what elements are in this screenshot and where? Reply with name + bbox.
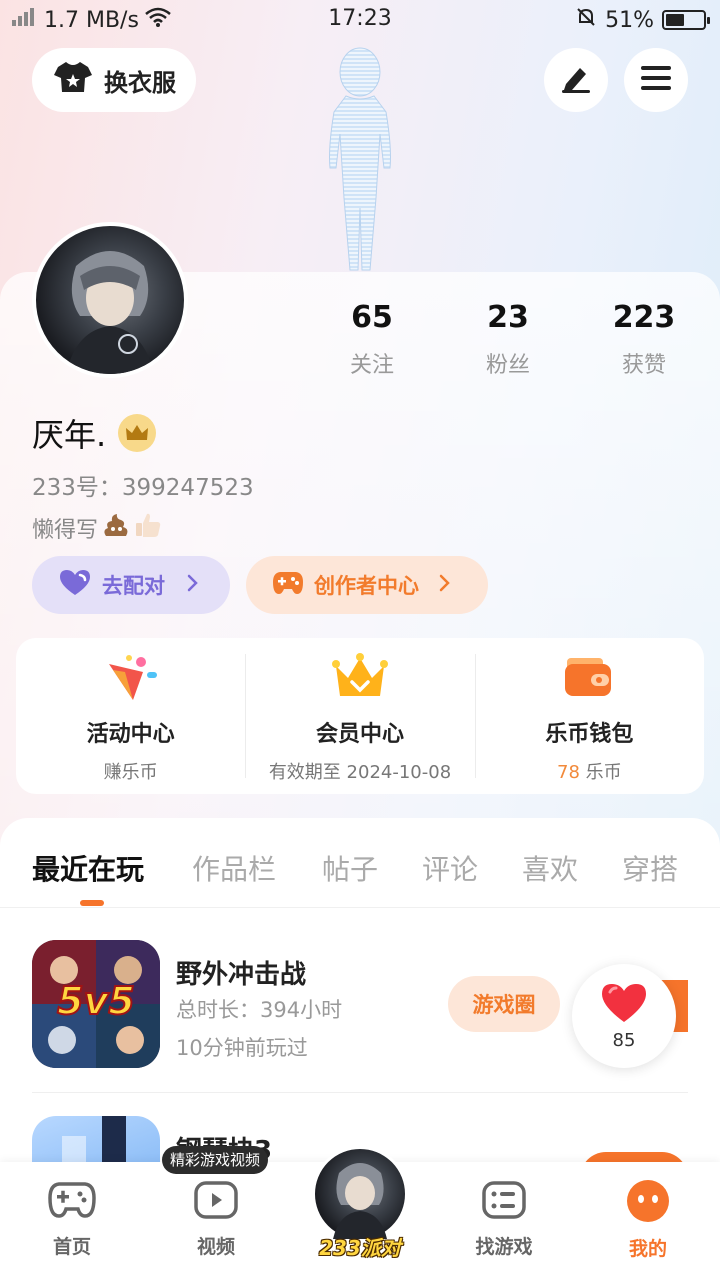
party-icon (103, 652, 159, 706)
tshirt-icon (54, 60, 92, 100)
vip-center[interactable]: 会员中心 有效期至 2024-10-08 (245, 638, 474, 794)
stat-following[interactable]: 65 关注 (312, 300, 432, 379)
party-avatar[interactable] (312, 1146, 408, 1242)
nav-me-label: 我的 (628, 1238, 667, 1260)
avatar[interactable] (32, 222, 188, 378)
nav-find-games[interactable]: 找游戏 (454, 1180, 554, 1259)
creator-center-label: 创作者中心 (314, 574, 419, 598)
chevron-right-icon (187, 573, 199, 597)
like-float-button[interactable]: 85 (572, 964, 676, 1068)
game-duration: 总时长：394小时 (176, 998, 343, 1022)
game-name: 野外冲击战 (176, 960, 307, 990)
face-icon (625, 1180, 671, 1226)
list-icon (481, 1181, 527, 1224)
likes-label: 获赞 (621, 353, 666, 378)
edit-profile-button[interactable] (544, 48, 608, 112)
gamepad-icon (272, 570, 304, 601)
user-id: 233号：399247523 (32, 475, 254, 501)
stat-likes[interactable]: 223 获赞 (584, 300, 704, 379)
video-tooltip: 精彩游戏视频 (162, 1146, 269, 1174)
active-tab-indicator (80, 900, 104, 906)
coin-balance: 78 (557, 762, 580, 783)
coin-unit: 乐币 (579, 762, 622, 783)
username: 厌年. (32, 416, 107, 454)
wallet-icon (561, 652, 617, 706)
status-bar: 1.7 MB/s 17:23 51% (0, 0, 720, 38)
nav-find-games-label: 找游戏 (475, 1236, 533, 1258)
vip-center-sub: 有效期至 2024-10-08 (268, 762, 452, 783)
change-outfit-button[interactable]: 换衣服 (32, 48, 196, 112)
nav-home-label: 首页 (52, 1236, 91, 1258)
activity-center-sub: 赚乐币 (103, 762, 158, 783)
like-count: 85 (612, 1029, 636, 1051)
coin-wallet-title: 乐币钱包 (545, 722, 634, 747)
row-divider (32, 1092, 688, 1093)
chevron-right-icon (439, 573, 451, 597)
bell-muted-icon (575, 6, 597, 34)
name-row: 厌年. (32, 410, 157, 456)
pen-icon (560, 62, 592, 98)
hamburger-icon (640, 64, 672, 96)
nav-video[interactable]: 视频 (166, 1180, 266, 1259)
match-button[interactable]: 去配对 (32, 556, 230, 614)
activity-center[interactable]: 活动中心 赚乐币 (16, 638, 245, 794)
vip-center-title: 会员中心 (315, 722, 404, 747)
tab-likes[interactable]: 喜欢 (522, 848, 578, 888)
creator-center-button[interactable]: 创作者中心 (246, 556, 488, 614)
avatar-figure[interactable] (300, 38, 420, 274)
following-count: 65 (351, 300, 393, 335)
bio: 懒得写 (32, 512, 162, 544)
game-icon[interactable]: 5v5 (32, 940, 160, 1068)
tab-outfits[interactable]: 穿搭 (622, 848, 678, 888)
game-icon-text: 5v5 (57, 979, 135, 1023)
change-outfit-label: 换衣服 (104, 68, 176, 97)
vip-crown-icon[interactable] (118, 414, 157, 452)
game-circle-button[interactable]: 游戏圈 (448, 976, 560, 1032)
service-card: 活动中心 赚乐币 会员中心 有效期至 2024-10-08 乐币钱包 78 乐币 (16, 638, 704, 794)
following-label: 关注 (349, 353, 394, 378)
nav-me[interactable]: 我的 (598, 1180, 698, 1261)
tab-comments[interactable]: 评论 (422, 848, 478, 888)
gamepad-icon (47, 1182, 97, 1224)
tab-divider (0, 907, 720, 908)
coin-wallet-sub: 78 乐币 (557, 758, 622, 784)
tab-recent-played[interactable]: 最近在玩 (32, 848, 144, 888)
crown-icon (331, 652, 388, 706)
nav-video-label: 视频 (196, 1236, 235, 1258)
menu-button[interactable] (624, 48, 688, 112)
followers-label: 粉丝 (485, 353, 530, 378)
game-last-played: 10分钟前玩过 (176, 1036, 308, 1060)
tab-works[interactable]: 作品栏 (192, 848, 276, 888)
tab-posts[interactable]: 帖子 (322, 848, 378, 888)
coin-wallet[interactable]: 乐币钱包 78 乐币 (474, 638, 704, 794)
stat-followers[interactable]: 23 粉丝 (448, 300, 568, 379)
battery-percent: 51% (605, 7, 654, 33)
followers-count: 23 (487, 300, 529, 335)
heart-icon (58, 569, 92, 602)
thumbs-up-emoji-icon (134, 512, 162, 544)
battery-icon (662, 10, 710, 30)
play-icon (193, 1181, 239, 1224)
poop-emoji-icon (102, 512, 130, 544)
nav-party-label[interactable]: 233派对 (306, 1232, 414, 1261)
likes-count: 223 (612, 300, 676, 335)
nav-home[interactable]: 首页 (22, 1180, 122, 1259)
activity-center-title: 活动中心 (86, 722, 175, 747)
bio-text: 懒得写 (32, 518, 99, 543)
heart-icon (600, 982, 648, 1028)
match-label: 去配对 (102, 574, 165, 598)
profile-tabs: 最近在玩 作品栏 帖子 评论 喜欢 穿搭 (0, 842, 720, 906)
